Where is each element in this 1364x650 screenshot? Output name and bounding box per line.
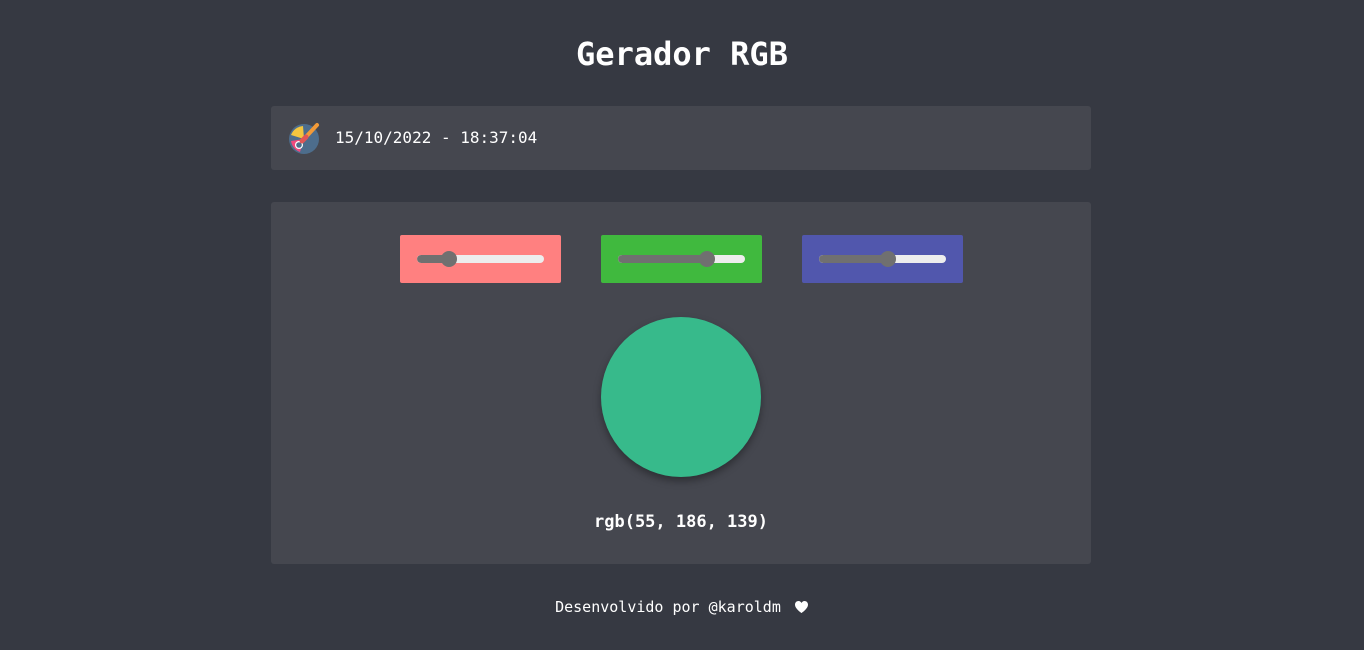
- red-slider-thumb[interactable]: [440, 251, 457, 267]
- datetime-bar: 15/10/2022 - 18:37:04: [271, 106, 1091, 170]
- page-title: Gerador RGB: [576, 35, 788, 73]
- green-slider-box: [601, 235, 762, 283]
- red-slider-track[interactable]: [417, 255, 544, 263]
- blue-slider-box: [802, 235, 963, 283]
- green-slider-thumb[interactable]: [698, 251, 715, 267]
- blue-slider-thumb[interactable]: [879, 251, 896, 267]
- green-slider-track[interactable]: [618, 255, 745, 263]
- footer-text: Desenvolvido por @karoldm: [555, 598, 781, 616]
- red-slider-box: [400, 235, 561, 283]
- datetime-text: 15/10/2022 - 18:37:04: [335, 128, 538, 147]
- footer: Desenvolvido por @karoldm: [0, 597, 1364, 619]
- rgb-value-label: rgb(55, 186, 139): [594, 512, 768, 532]
- heart-icon: [794, 599, 809, 619]
- palette-icon: [287, 121, 321, 155]
- color-swatch: [601, 317, 761, 477]
- color-panel: rgb(55, 186, 139): [271, 202, 1091, 564]
